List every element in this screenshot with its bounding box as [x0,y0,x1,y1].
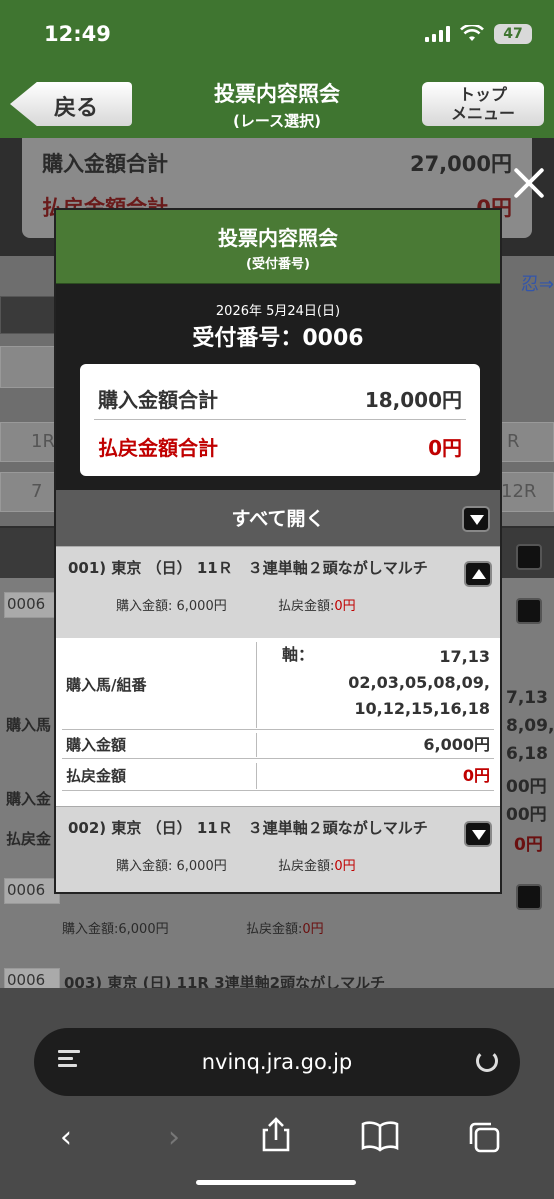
item-refund-label: 払戻金額: [278,599,335,614]
bg-row-003: 003) 東京 (日) 11R 3連単軸2頭ながしマルチ [64,974,386,988]
detail-amount-label: 購入金額 [66,736,127,754]
bg-right-4: 00円 [506,777,547,797]
receipt-summary: 2026年 5月24日(日) 受付番号：0006 購入金額合計 18,000円 … [56,284,500,490]
modal-header: 投票内容照会 (受付番号) [56,210,500,284]
bg-sub-refund-label: 払戻金額: [246,922,303,937]
status-icons: 47 [425,24,532,44]
bg-right-6: 0円 [514,835,543,855]
totals-box: 購入金額合計 18,000円 払戻金額合計 0円 [80,364,480,476]
modal-subtitle: (受付番号) [246,257,310,272]
top-menu-button[interactable]: トップ メニュー [422,82,544,126]
bg-cell-1r: 1R [0,422,60,462]
item-title: 002) 東京 （日） 11Ｒ ３連単軸２頭ながしマルチ [68,819,428,837]
list-item[interactable]: 001) 東京 （日） 11Ｒ ３連単軸２頭ながしマルチ 購入金額: 6,000… [56,546,500,638]
tabs-icon[interactable] [464,1120,504,1154]
receipt-number: 受付番号：0006 [192,326,364,351]
back-arrow-icon[interactable]: ‹ [46,1120,86,1155]
share-icon[interactable] [256,1116,296,1154]
bg-toggle-icon [516,544,542,570]
refund-total-label: 払戻金額合計 [98,436,218,460]
open-all-button[interactable]: すべて開く [56,490,500,546]
bookmarks-icon[interactable] [360,1120,400,1152]
detail-axis-label: 軸： [282,645,315,664]
back-button[interactable]: 戻る [10,82,132,126]
reload-icon[interactable] [476,1050,498,1072]
item-refund-value: 0円 [334,859,356,874]
detail-combo-line1: 02,03,05,08,09, [348,673,490,692]
bg-purchase-value: 27,000円 [409,152,512,176]
modal-title: 投票内容照会 [218,226,338,250]
bg-side-2: 購入金 [6,790,52,808]
battery-icon: 47 [494,24,532,44]
detail-row-refund: 払戻金額 0円 [62,761,494,791]
bg-link: 忍⇒ [520,274,554,295]
back-button-label: 戻る [54,96,99,121]
bg-sub-refund-value: 0円 [302,922,324,937]
bg-cell-12r: 12R [494,472,554,512]
top-menu-line2: メニュー [450,104,515,123]
bg-cell-7: 7 [0,472,60,512]
browser-toolbar: nvinq.jra.go.jp ‹ › [0,988,554,1199]
top-menu-line1: トップ [458,85,507,104]
bg-right-5: 00円 [506,805,547,825]
detail-amount-value: 6,000円 [423,735,490,754]
bg-id-2: 0006 [4,878,60,904]
close-icon[interactable] [512,166,546,200]
chevron-down-icon[interactable] [464,821,492,847]
receipt-modal: 投票内容照会 (受付番号) 2026年 5月24日(日) 受付番号：0006 購… [54,208,502,894]
item-title: 001) 東京 （日） 11Ｒ ３連単軸２頭ながしマルチ [68,559,428,577]
wifi-icon [460,25,484,41]
home-indicator [196,1180,356,1185]
bg-cell-r: R [494,422,554,462]
signal-icon [425,26,450,42]
chevron-up-icon[interactable] [464,561,492,587]
detail-row-amount: 購入金額 6,000円 [62,731,494,759]
bg-right-2: 8,09, [506,716,554,736]
item-refund-label: 払戻金額: [278,859,335,874]
bg-toggle-icon [516,884,542,910]
detail-row-horses: 購入馬/組番 軸： 17,13 02,03,05,08,09, 10,12,15… [62,638,494,730]
item-purchase: 購入金額: 6,000円 [116,599,227,614]
page-title-main: 投票内容照会 [214,82,340,106]
status-time: 12:49 [44,22,111,46]
item-refund-value: 0円 [334,599,356,614]
list-item[interactable]: 002) 東京 （日） 11Ｒ ３連単軸２頭ながしマルチ 購入金額: 6,000… [56,806,500,892]
open-all-label: すべて開く [231,508,325,530]
url-text: nvinq.jra.go.jp [201,1050,353,1074]
item-detail: 購入馬/組番 軸： 17,13 02,03,05,08,09, 10,12,15… [56,638,500,806]
detail-refund-value: 0円 [462,766,490,785]
purchase-total-label: 購入金額合計 [98,388,218,412]
page-title-sub: (レース選択) [233,112,321,130]
bg-side-1: 購入馬 [6,716,52,734]
receipt-date: 2026年 5月24日(日) [215,304,341,319]
bg-purchase-label: 購入金額合計 [42,152,168,176]
bg-right-1: 7,13 [506,688,548,708]
detail-axis-value: 17,13 [439,647,490,666]
detail-refund-label: 払戻金額 [66,767,127,785]
app-header: 12:49 47 戻る 投票内容照会 (レース選択) トップ メニュー [0,0,554,138]
bg-right-3: 6,18 [506,744,548,764]
forward-arrow-icon[interactable]: › [154,1120,194,1155]
detail-combo-line2: 10,12,15,16,18 [354,699,490,718]
refund-total-value: 0円 [428,436,462,460]
address-bar[interactable]: nvinq.jra.go.jp [34,1028,520,1096]
detail-horse-label: 購入馬/組番 [66,676,147,694]
page-title: 投票内容照会 (レース選択) [160,78,394,131]
bg-side-3: 払戻金 [6,830,52,848]
bg-id-1: 0006 [4,592,60,618]
bg-sub-purchase: 購入金額:6,000円 [62,922,169,937]
purchase-total-value: 18,000円 [364,388,462,412]
bg-id-3: 0006 [4,968,60,988]
item-purchase: 購入金額: 6,000円 [116,859,227,874]
bg-toggle-icon [516,598,542,624]
chevron-down-icon[interactable] [462,506,490,532]
